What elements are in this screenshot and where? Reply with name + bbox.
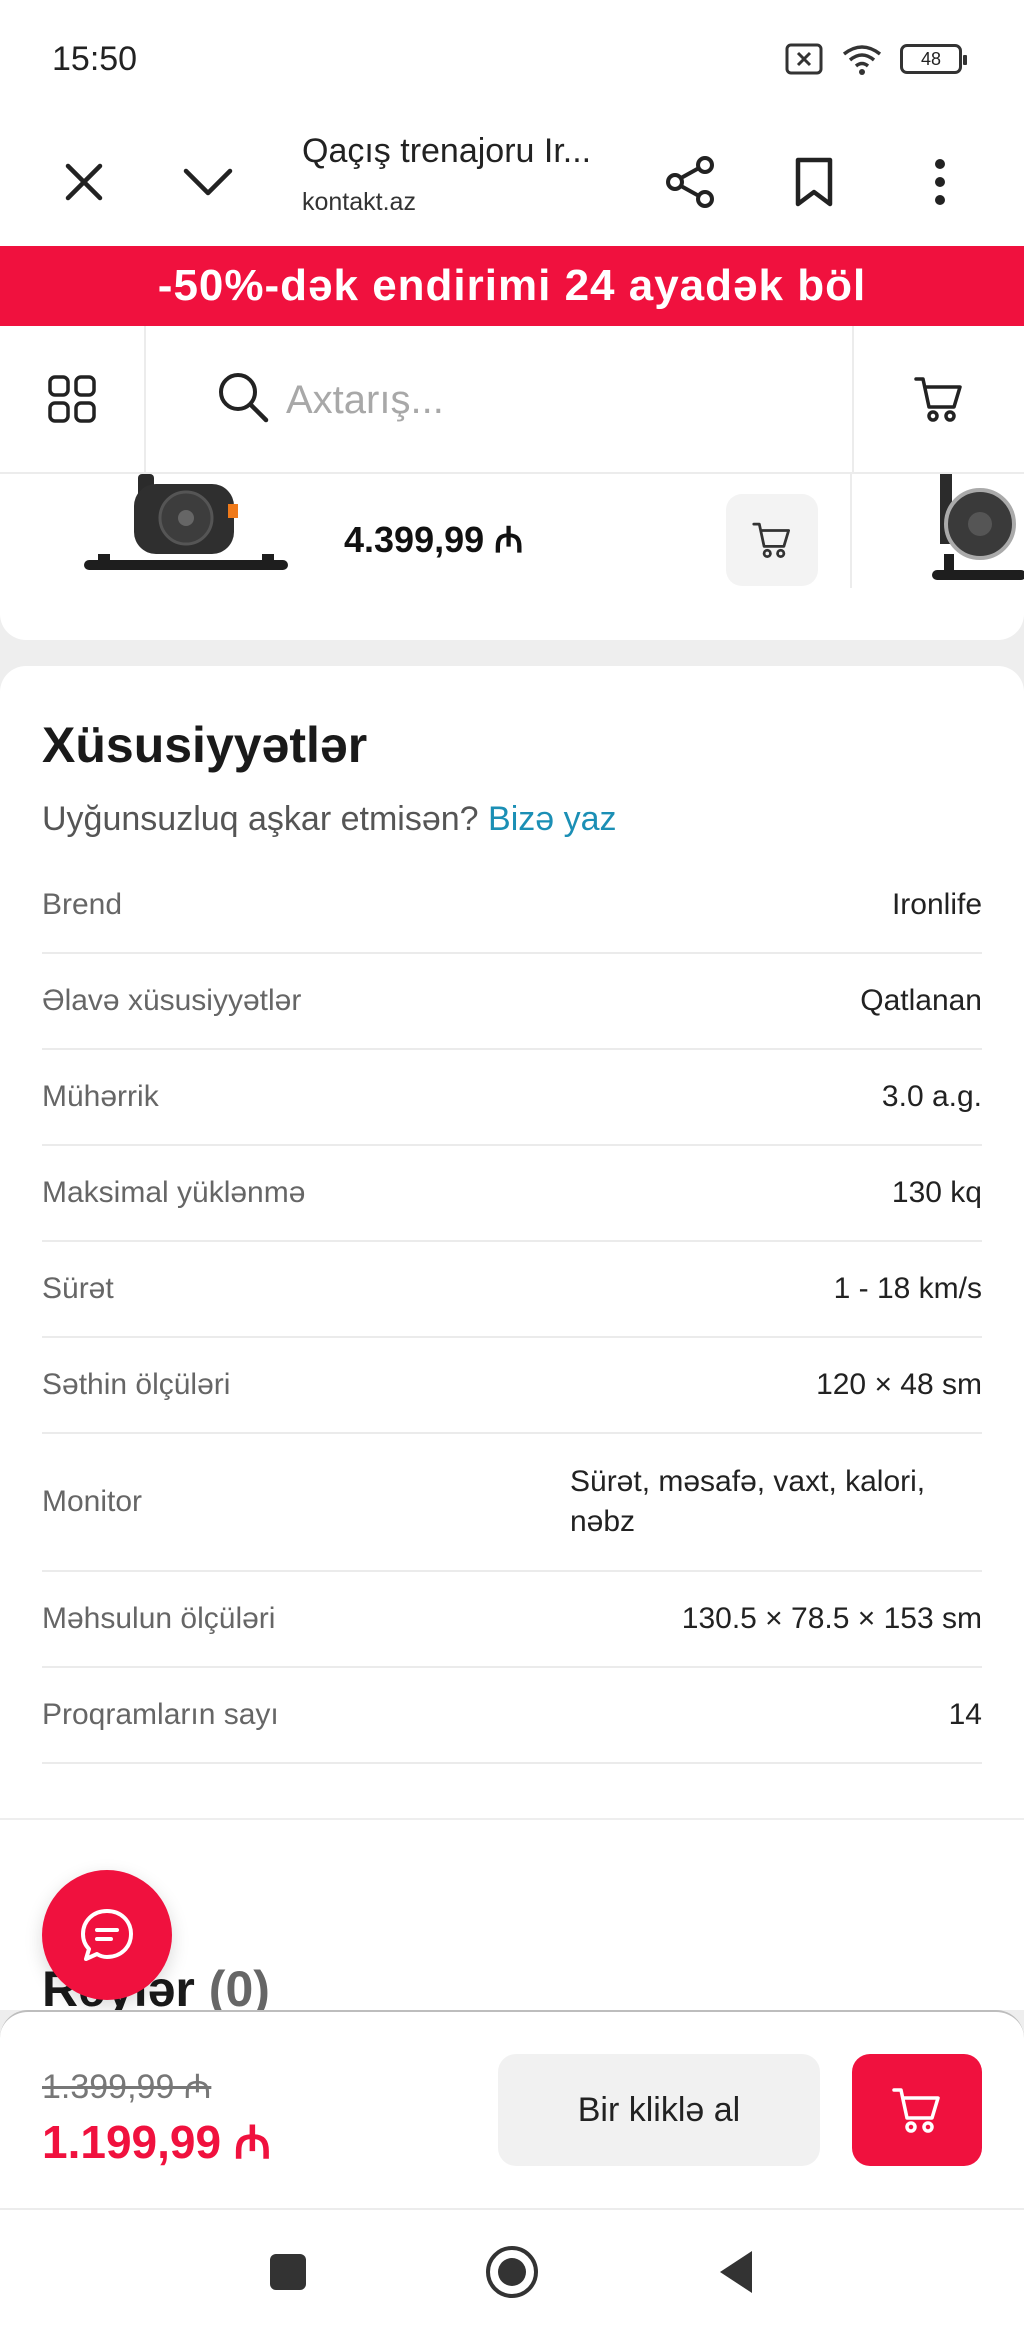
spec-key: Proqramların sayı (42, 1698, 279, 1731)
collapse-button[interactable] (168, 142, 248, 222)
status-bar: 15:50 48 (0, 0, 1024, 118)
share-button[interactable] (650, 142, 730, 222)
divider (850, 474, 852, 588)
battery-level: 48 (920, 48, 942, 69)
exercise-bike-image[interactable] (78, 474, 294, 586)
spec-row: Maksimal yüklənmə 130 kq (42, 1146, 982, 1242)
related-products: 4.399,99 ₼ (0, 474, 1024, 640)
current-price: 1.199,99 ₼ (42, 2116, 272, 2168)
old-price: 1.399,99 ₼ (42, 2068, 212, 2106)
specs-subtitle: Uyğunsuzluq aşkar etmisən? Bizə yaz (42, 800, 617, 839)
status-time: 15:50 (52, 40, 138, 78)
bookmark-button[interactable] (774, 142, 854, 222)
chat-button[interactable] (42, 1870, 172, 2000)
exercise-bike-image[interactable] (926, 474, 1024, 586)
nav-back-icon (720, 2251, 752, 2293)
reviews-count: (0) (208, 1961, 270, 2010)
spec-row: Brend Ironlife (42, 858, 982, 954)
spec-key: Sürət (42, 1272, 114, 1305)
one-click-buy-button[interactable]: Bir kliklə al (498, 2054, 820, 2166)
search-box[interactable] (146, 326, 852, 472)
spec-row: Sürət 1 - 18 km/s (42, 1242, 982, 1338)
spec-key: Səthin ölçüləri (42, 1368, 231, 1401)
buy-bar: 1.399,99 ₼ 1.199,99 ₼ Bir kliklə al (0, 2010, 1024, 2208)
status-icons: 48 (784, 42, 967, 76)
specs-title: Xüsusiyyətlər (42, 717, 368, 773)
close-button[interactable] (44, 142, 124, 222)
spec-value: 1 - 18 km/s (833, 1272, 982, 1305)
nav-back-button[interactable] (696, 2232, 776, 2312)
spec-row: Mühərrik 3.0 a.g. (42, 1050, 982, 1146)
spec-value: 14 (948, 1698, 982, 1731)
search-icon (219, 373, 269, 423)
nav-recents-button[interactable] (248, 2232, 328, 2312)
more-icon (935, 159, 945, 205)
page-domain[interactable]: kontakt.az (302, 188, 416, 217)
wifi-icon (842, 45, 882, 75)
spec-value: 130 kq (891, 1176, 982, 1209)
catalog-button[interactable] (0, 326, 146, 472)
browser-toolbar: Qaçış trenajoru Ir... kontakt.az (0, 118, 1024, 246)
one-click-buy-label: Bir kliklə al (577, 2090, 741, 2129)
more-button[interactable] (900, 142, 980, 222)
page-title[interactable]: Qaçış trenajoru Ir... (302, 132, 591, 171)
promo-banner[interactable]: -50%-dək endirimi 24 ayadək böl (0, 246, 1024, 326)
header-cart-button[interactable] (852, 326, 1024, 472)
cart-icon (752, 522, 791, 559)
search-bar (0, 326, 1024, 474)
spec-value: 130.5 × 78.5 × 153 sm (681, 1602, 982, 1635)
related-price: 4.399,99 ₼ (344, 519, 524, 560)
cart-icon (914, 377, 962, 422)
battery-icon: 48 (900, 44, 967, 74)
spec-value: Sürət, məsafə, vaxt, kalori, nəbz (570, 1465, 926, 1538)
chevron-down-icon (183, 168, 233, 196)
spec-row: Proqramların sayı 14 (42, 1668, 982, 1764)
promo-text: -50%-dək endirimi 24 ayadək böl (157, 261, 867, 310)
spec-key: Məhsulun ölçüləri (42, 1602, 276, 1635)
specs-section: Xüsusiyyətlər Uyğunsuzluq aşkar etmisən?… (0, 666, 1024, 1818)
close-icon (65, 163, 103, 201)
sim-off-icon (785, 43, 823, 75)
nav-home-button[interactable] (472, 2232, 552, 2312)
spec-row: Məhsulun ölçüləri 130.5 × 78.5 × 153 sm (42, 1572, 982, 1668)
spec-value: Ironlife (891, 888, 982, 921)
spec-key: Mühərrik (42, 1080, 159, 1113)
spec-table: Brend Ironlife Əlavə xüsusiyyətlər Qatla… (42, 858, 982, 1764)
bookmark-icon (795, 157, 833, 207)
spec-key: Monitor (42, 1485, 143, 1518)
share-icon (666, 156, 714, 208)
system-nav-bar (0, 2208, 1024, 2332)
spec-row: Səthin ölçüləri 120 × 48 sm (42, 1338, 982, 1434)
cart-icon (892, 2088, 940, 2133)
spec-key: Brend (42, 888, 123, 921)
search-input[interactable] (286, 362, 826, 438)
spec-key: Maksimal yüklənmə (42, 1176, 306, 1209)
spec-value: 120 × 48 sm (816, 1368, 982, 1401)
chat-icon (81, 1909, 133, 1961)
related-add-to-cart-button[interactable] (726, 494, 818, 586)
specs-subtitle-text: Uyğunsuzluq aşkar etmisən? (42, 800, 479, 838)
contact-us-link[interactable]: Bizə yaz (488, 800, 617, 838)
spec-row: Monitor Sürət, məsafə, vaxt, kalori, nəb… (42, 1434, 982, 1572)
spec-value: 3.0 a.g. (881, 1080, 982, 1113)
spec-row: Əlavə xüsusiyyətlər Qatlanan (42, 954, 982, 1050)
nav-home-icon (486, 2246, 538, 2298)
grid-icon (48, 375, 96, 423)
add-to-cart-button[interactable] (852, 2054, 982, 2166)
nav-recents-icon (270, 2254, 306, 2290)
spec-key: Əlavə xüsusiyyətlər (42, 984, 302, 1017)
spec-value: Qatlanan (860, 984, 982, 1017)
